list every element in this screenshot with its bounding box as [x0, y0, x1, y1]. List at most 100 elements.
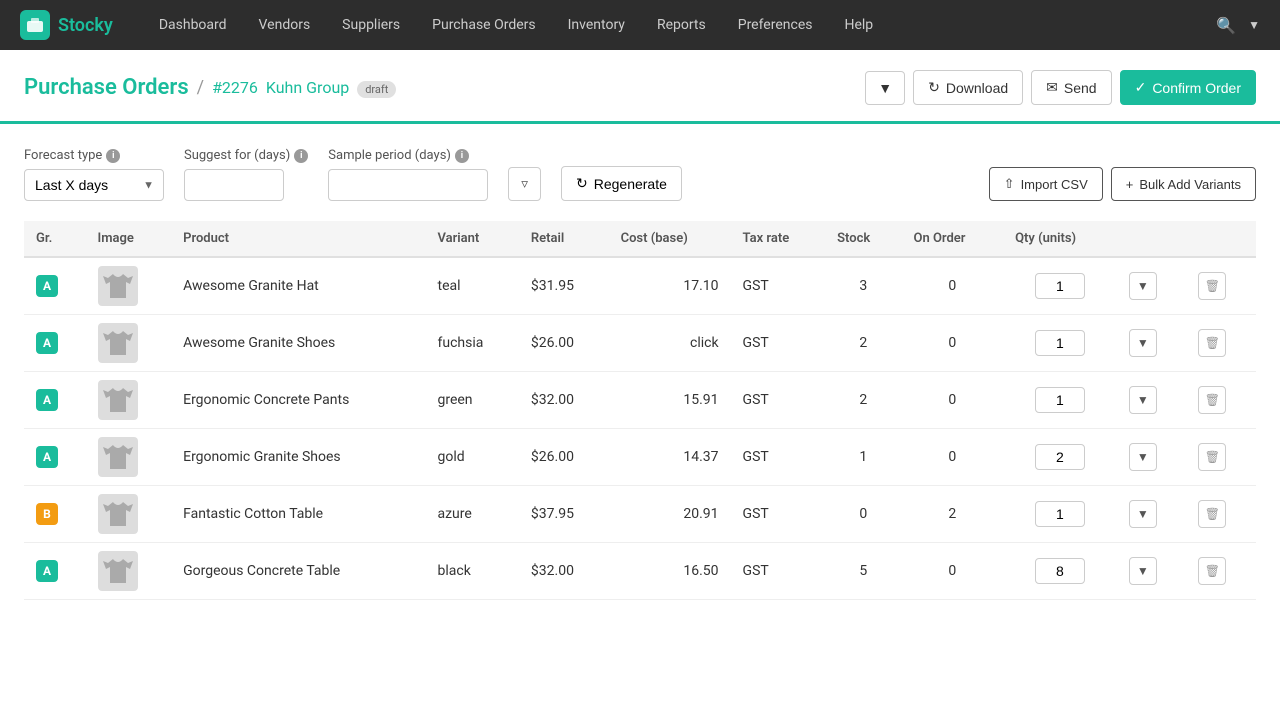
more-options-button[interactable]: ▼: [865, 71, 905, 105]
cell-row-dropdown: ▼: [1117, 257, 1187, 315]
bulk-add-label: Bulk Add Variants: [1139, 177, 1241, 192]
cell-on-order: 0: [901, 257, 1003, 315]
sample-period-group: Sample period (days) i 60: [328, 148, 488, 201]
tax-rate: GST: [743, 278, 769, 294]
cell-row-delete: 🗑: [1186, 429, 1256, 486]
row-dropdown-button[interactable]: ▼: [1129, 272, 1157, 300]
cost-value: click: [690, 335, 719, 351]
row-dropdown-button[interactable]: ▼: [1129, 557, 1157, 585]
cell-row-delete: 🗑: [1186, 315, 1256, 372]
retail-price: $32.00: [531, 563, 574, 579]
breadcrumb-main-link[interactable]: Purchase Orders: [24, 75, 189, 100]
row-delete-button[interactable]: 🗑: [1198, 557, 1226, 585]
sample-period-input[interactable]: 60: [328, 169, 488, 201]
nav-purchase-orders[interactable]: Purchase Orders: [416, 0, 551, 50]
table-row: A Gorgeous Concrete Table black $32.00 1…: [24, 543, 1256, 600]
cell-row-dropdown: ▼: [1117, 543, 1187, 600]
qty-input[interactable]: [1035, 444, 1085, 470]
row-delete-button[interactable]: 🗑: [1198, 500, 1226, 528]
product-image: [98, 494, 138, 534]
cell-tax: GST: [731, 257, 826, 315]
forecast-type-select-wrapper: Last X days ▼: [24, 169, 164, 201]
tax-rate: GST: [743, 563, 769, 579]
nav-links: Dashboard Vendors Suppliers Purchase Ord…: [143, 0, 1216, 50]
cell-product: Fantastic Cotton Table: [171, 486, 425, 543]
product-name: Fantastic Cotton Table: [183, 506, 323, 522]
cell-retail: $37.95: [519, 486, 609, 543]
products-table-wrapper: Gr. Image Product Variant Retail Cost (b…: [24, 221, 1256, 600]
grade-badge: A: [36, 389, 58, 411]
qty-input[interactable]: [1035, 501, 1085, 527]
nav-suppliers[interactable]: Suppliers: [326, 0, 416, 50]
cell-cost: 16.50: [609, 543, 731, 600]
cell-row-delete: 🗑: [1186, 543, 1256, 600]
cell-variant: fuchsia: [425, 315, 518, 372]
cell-image: [86, 543, 172, 600]
col-product: Product: [171, 221, 425, 257]
tax-rate: GST: [743, 449, 769, 465]
qty-input[interactable]: [1035, 330, 1085, 356]
nav-help[interactable]: Help: [828, 0, 889, 50]
product-name: Awesome Granite Hat: [183, 278, 319, 294]
send-label: Send: [1064, 80, 1097, 96]
cell-product: Ergonomic Granite Shoes: [171, 429, 425, 486]
qty-input[interactable]: [1035, 273, 1085, 299]
col-grade: Gr.: [24, 221, 86, 257]
qty-input[interactable]: [1035, 558, 1085, 584]
nav-preferences[interactable]: Preferences: [722, 0, 829, 50]
nav-reports[interactable]: Reports: [641, 0, 722, 50]
nav-vendors[interactable]: Vendors: [243, 0, 327, 50]
on-order-value: 0: [948, 392, 956, 408]
table-row: B Fantastic Cotton Table azure $37.95 20…: [24, 486, 1256, 543]
row-delete-button[interactable]: 🗑: [1198, 386, 1226, 414]
cell-variant: black: [425, 543, 518, 600]
import-csv-button[interactable]: ⇧ Import CSV: [989, 167, 1103, 201]
regenerate-button[interactable]: ↻ Regenerate: [561, 166, 682, 201]
bulk-add-variants-button[interactable]: + Bulk Add Variants: [1111, 167, 1256, 201]
on-order-value: 0: [948, 278, 956, 294]
suggest-days-input[interactable]: 30: [184, 169, 284, 201]
nav-inventory[interactable]: Inventory: [552, 0, 641, 50]
order-id-link[interactable]: #2276: [212, 78, 258, 97]
send-button[interactable]: ✉ Send: [1031, 70, 1111, 105]
cell-retail: $31.95: [519, 257, 609, 315]
filter-icon: ▿: [521, 176, 528, 191]
row-dropdown-button[interactable]: ▼: [1129, 500, 1157, 528]
download-button[interactable]: ↻ Download: [913, 70, 1023, 105]
col-image: Image: [86, 221, 172, 257]
cell-tax: GST: [731, 543, 826, 600]
nav-dashboard[interactable]: Dashboard: [143, 0, 243, 50]
row-delete-button[interactable]: 🗑: [1198, 329, 1226, 357]
cell-row-dropdown: ▼: [1117, 429, 1187, 486]
forecast-type-info-icon[interactable]: i: [106, 149, 120, 163]
on-order-value: 0: [948, 563, 956, 579]
qty-input[interactable]: [1035, 387, 1085, 413]
row-dropdown-button[interactable]: ▼: [1129, 386, 1157, 414]
sample-period-info-icon[interactable]: i: [455, 149, 469, 163]
cell-stock: 0: [825, 486, 901, 543]
col-actions-2: [1186, 221, 1256, 257]
col-variant: Variant: [425, 221, 518, 257]
retail-price: $32.00: [531, 392, 574, 408]
download-label: Download: [946, 80, 1008, 96]
search-icon[interactable]: 🔍: [1216, 16, 1236, 35]
app-logo[interactable]: Stocky: [20, 10, 113, 40]
cell-row-delete: 🗑: [1186, 372, 1256, 429]
confirm-order-button[interactable]: ✓ Confirm Order: [1120, 70, 1256, 105]
col-stock: Stock: [825, 221, 901, 257]
row-dropdown-button[interactable]: ▼: [1129, 329, 1157, 357]
stock-value: 5: [859, 563, 867, 579]
col-on-order: On Order: [901, 221, 1003, 257]
filter-button[interactable]: ▿: [508, 167, 541, 201]
row-dropdown-button[interactable]: ▼: [1129, 443, 1157, 471]
suggest-days-info-icon[interactable]: i: [294, 149, 308, 163]
row-delete-button[interactable]: 🗑: [1198, 443, 1226, 471]
stock-value: 2: [859, 335, 867, 351]
supplier-name-link[interactable]: Kuhn Group: [266, 78, 349, 97]
breadcrumb-separator: /: [197, 77, 204, 98]
forecast-type-select[interactable]: Last X days: [24, 169, 164, 201]
variant-name: azure: [437, 506, 471, 522]
cell-variant: teal: [425, 257, 518, 315]
user-menu-caret[interactable]: ▼: [1248, 18, 1260, 32]
row-delete-button[interactable]: 🗑: [1198, 272, 1226, 300]
